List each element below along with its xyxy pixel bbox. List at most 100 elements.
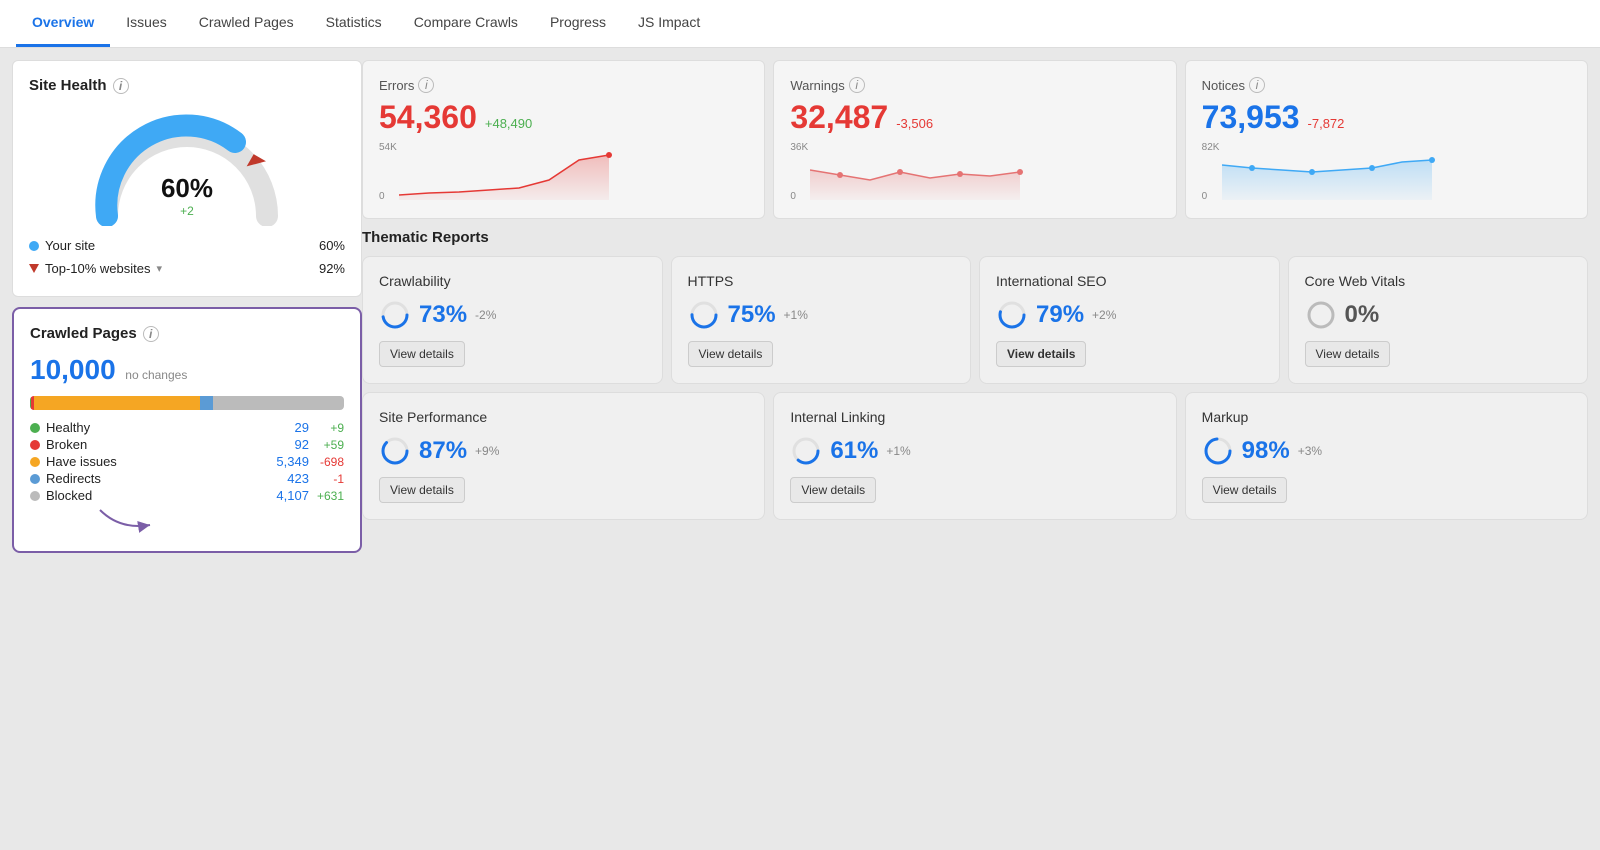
crawled-total-row: 10,000 no changes: [30, 354, 344, 386]
report-internal-linking: Internal Linking 61% +1% View details: [773, 392, 1176, 520]
report-https-delta: +1%: [784, 308, 808, 322]
errors-value: 54,360: [379, 99, 477, 136]
report-intl-seo-score-row: 79% +2%: [996, 299, 1263, 331]
crawled-legend: Healthy 29 +9 Broken 92 +59 Have issues …: [30, 420, 344, 503]
warnings-label: Warnings i: [790, 77, 1159, 93]
site-health-card: Site Health i 60% +2: [12, 60, 362, 297]
metrics-row: Errors i 54,360 +48,490 54K 0: [362, 60, 1588, 219]
nav-progress[interactable]: Progress: [534, 0, 622, 47]
report-internal-linking-name: Internal Linking: [790, 409, 1159, 425]
cwv-view-details-button[interactable]: View details: [1305, 341, 1391, 367]
crawled-pages-title: Crawled Pages i: [30, 325, 344, 342]
annotation-area: [30, 505, 344, 535]
pb-issues: [34, 396, 200, 410]
notices-info-icon[interactable]: i: [1249, 77, 1265, 93]
nav-compare-crawls[interactable]: Compare Crawls: [398, 0, 534, 47]
pb-redirects: [200, 396, 213, 410]
notices-delta: -7,872: [1308, 116, 1345, 131]
crawled-total: 10,000: [30, 354, 116, 385]
main-content: Site Health i 60% +2: [0, 48, 1600, 850]
errors-delta: +48,490: [485, 116, 532, 131]
cl-healthy-label: Healthy: [30, 420, 268, 435]
nav-crawled-pages[interactable]: Crawled Pages: [183, 0, 310, 47]
cl-healthy-val: 29: [276, 420, 309, 435]
site-health-info-icon[interactable]: i: [113, 78, 129, 94]
thematic-reports-title: Thematic Reports: [362, 229, 1588, 246]
warnings-card: Warnings i 32,487 -3,506 36K 0: [773, 60, 1176, 219]
crawled-change: no changes: [125, 368, 187, 382]
top10-dropdown-icon[interactable]: ▾: [157, 262, 163, 275]
cl-redirects-label: Redirects: [30, 471, 268, 486]
intl-seo-view-details-button[interactable]: View details: [996, 341, 1086, 367]
intl-seo-circle-icon: [996, 299, 1028, 331]
report-site-performance: Site Performance 87% +9% View details: [362, 392, 765, 520]
your-site-legend: Your site 60%: [29, 234, 345, 257]
your-site-dot: [29, 241, 39, 251]
cl-issues-label: Have issues: [30, 454, 268, 469]
errors-info-icon[interactable]: i: [418, 77, 434, 93]
crawlability-view-details-button[interactable]: View details: [379, 341, 465, 367]
right-panel: Errors i 54,360 +48,490 54K 0: [362, 60, 1588, 838]
crawled-pages-info-icon[interactable]: i: [143, 326, 159, 342]
report-markup: Markup 98% +3% View details: [1185, 392, 1588, 520]
notices-label: Notices i: [1202, 77, 1571, 93]
internal-linking-circle-icon: [790, 435, 822, 467]
internal-linking-view-details-button[interactable]: View details: [790, 477, 876, 503]
report-cwv-score-row: 0%: [1305, 299, 1572, 331]
thematic-reports: Thematic Reports Crawlability 73% -2% Vi…: [362, 229, 1588, 520]
notices-chart-svg: [1222, 150, 1571, 200]
cl-redirects-val: 423: [276, 471, 309, 486]
cl-broken-change: +59: [317, 438, 344, 452]
warnings-chart-svg: [810, 150, 1159, 200]
notices-value: 73,953: [1202, 99, 1300, 136]
annotation-arrow: [90, 505, 210, 535]
top10-legend: Top-10% websites ▾ 92%: [29, 257, 345, 280]
report-https-score: 75%: [728, 301, 776, 329]
report-https: HTTPS 75% +1% View details: [671, 256, 972, 384]
report-internal-linking-score-row: 61% +1%: [790, 435, 1159, 467]
nav-overview[interactable]: Overview: [16, 0, 110, 47]
nav-js-impact[interactable]: JS Impact: [622, 0, 716, 47]
cl-redirects-change: -1: [317, 472, 344, 486]
nav-issues[interactable]: Issues: [110, 0, 182, 47]
errors-card: Errors i 54,360 +48,490 54K 0: [362, 60, 765, 219]
reports-row1: Crawlability 73% -2% View details HTTPS: [362, 256, 1588, 384]
crawled-pages-card: Crawled Pages i 10,000 no changes: [12, 307, 362, 553]
report-markup-score: 98%: [1242, 437, 1290, 465]
redirects-dot: [30, 474, 40, 484]
crawled-progress-bar: [30, 396, 344, 410]
cl-broken-label: Broken: [30, 437, 268, 452]
notices-value-row: 73,953 -7,872: [1202, 99, 1571, 136]
cl-healthy-change: +9: [317, 421, 344, 435]
healthy-dot: [30, 423, 40, 433]
report-crawlability-score-row: 73% -2%: [379, 299, 646, 331]
site-performance-view-details-button[interactable]: View details: [379, 477, 465, 503]
top-navigation: Overview Issues Crawled Pages Statistics…: [0, 0, 1600, 48]
report-site-performance-delta: +9%: [475, 444, 499, 458]
cl-blocked-change: +631: [317, 489, 344, 503]
issues-dot: [30, 457, 40, 467]
crawlability-circle-icon: [379, 299, 411, 331]
reports-row2: Site Performance 87% +9% View details In…: [362, 392, 1588, 520]
markup-view-details-button[interactable]: View details: [1202, 477, 1288, 503]
nav-statistics[interactable]: Statistics: [310, 0, 398, 47]
report-intl-seo-delta: +2%: [1092, 308, 1116, 322]
errors-value-row: 54,360 +48,490: [379, 99, 748, 136]
report-https-name: HTTPS: [688, 273, 955, 289]
report-crawlability-delta: -2%: [475, 308, 496, 322]
errors-label: Errors i: [379, 77, 748, 93]
cl-issues-val: 5,349: [276, 454, 309, 469]
https-view-details-button[interactable]: View details: [688, 341, 774, 367]
errors-chart: 54K 0: [379, 142, 748, 202]
report-intl-seo-score: 79%: [1036, 301, 1084, 329]
warnings-info-icon[interactable]: i: [849, 77, 865, 93]
gauge-percent: 60%: [161, 173, 213, 204]
gauge-container: 60% +2: [29, 106, 345, 226]
gauge-change: +2: [161, 204, 213, 218]
warnings-value: 32,487: [790, 99, 888, 136]
cl-blocked-label: Blocked: [30, 488, 268, 503]
broken-dot: [30, 440, 40, 450]
report-cwv: Core Web Vitals 0% View details: [1288, 256, 1589, 384]
top10-triangle-icon: [29, 264, 39, 273]
cl-issues-change: -698: [317, 455, 344, 469]
